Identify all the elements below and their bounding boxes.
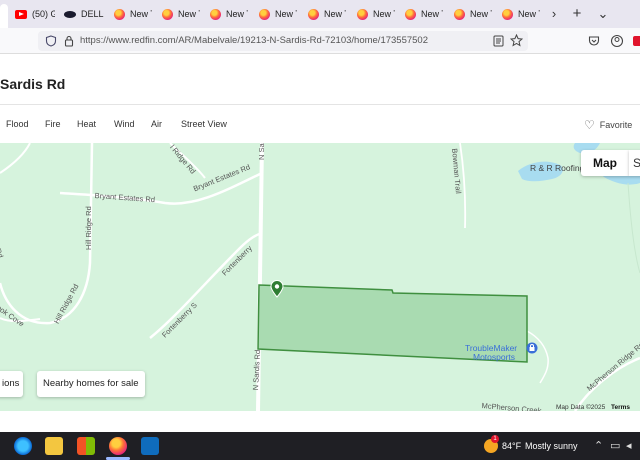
tab-new-tab[interactable]: New T	[210, 4, 248, 24]
tab-heat[interactable]: Heat	[77, 119, 96, 129]
youtube-icon	[15, 9, 27, 19]
tab-new-tab[interactable]: New T	[405, 4, 443, 24]
tab-label: New T	[373, 9, 395, 19]
pocket-icon[interactable]	[588, 35, 600, 47]
show-hidden-icons[interactable]: ⌃	[594, 439, 603, 452]
firefox-icon	[114, 8, 125, 20]
windows-taskbar: 1 84°F Mostly sunny ⌃ ▭ ◂	[0, 432, 640, 460]
page-content: Sardis Rd Flood Fire Heat Wind Air Stree…	[0, 54, 640, 416]
active-tab-edge[interactable]	[0, 4, 8, 28]
account-icon[interactable]	[610, 34, 624, 48]
firefox-icon	[454, 8, 465, 20]
url-text[interactable]: https://www.redfin.com/AR/Mabelvale/1921…	[80, 35, 428, 46]
shield-icon[interactable]	[45, 35, 57, 47]
tab-dellc[interactable]: DELLC	[64, 4, 104, 24]
weather-temperature[interactable]: 84°F	[502, 441, 521, 451]
road-minor	[0, 143, 31, 174]
tab-label: New T	[421, 9, 443, 19]
tab-new-tab[interactable]: New T	[502, 4, 540, 24]
tab-youtube[interactable]: (50) G	[15, 4, 55, 24]
eye-icon	[64, 10, 76, 18]
firefox-icon	[357, 8, 368, 20]
tab-new-tab[interactable]: New T	[162, 4, 200, 24]
label-hill-ridge-1: Hill Ridge Rd	[84, 206, 93, 250]
edge-icon[interactable]	[14, 437, 32, 455]
label-troublemaker-2: Motosports	[473, 352, 516, 362]
firefox-icon	[210, 8, 221, 20]
favorite-label: Favorite	[599, 120, 633, 130]
browser-tab-bar: (50) G DELLC New T New T New T New T New…	[0, 0, 640, 28]
tab-label: New T	[275, 9, 297, 19]
firefox-icon	[308, 8, 319, 20]
map-view-button[interactable]: Map	[581, 150, 629, 176]
notification-badge: 1	[491, 435, 499, 443]
page-title: Sardis Rd	[0, 76, 66, 92]
tab-flood[interactable]: Flood	[6, 119, 29, 129]
map-pin-icon[interactable]	[270, 280, 284, 298]
business-pin-icon[interactable]	[526, 342, 538, 354]
bookmark-star-icon[interactable]	[510, 34, 523, 47]
tab-new-tab[interactable]: New T	[259, 4, 297, 24]
tab-air[interactable]: Air	[151, 119, 162, 129]
tab-fire[interactable]: Fire	[45, 119, 61, 129]
tab-scroll-button[interactable]: ›	[543, 4, 565, 24]
list-all-tabs-button[interactable]: ⌄	[592, 4, 614, 24]
map-data-attribution: Map Data ©2025	[556, 404, 606, 411]
store-icon[interactable]	[77, 437, 95, 455]
tab-label: New T	[226, 9, 248, 19]
label-rr-roofing: R & R Roofing	[530, 163, 585, 173]
firefox-icon	[405, 8, 416, 20]
favorite-button[interactable]: ♡ Favorite	[584, 118, 632, 132]
firefox-taskbar-icon[interactable]	[109, 437, 127, 455]
satellite-view-button[interactable]: S	[629, 150, 640, 176]
terms-link[interactable]: Terms	[611, 404, 630, 411]
nearby-homes-button[interactable]: Nearby homes for sale	[37, 371, 145, 397]
lock-icon[interactable]	[64, 35, 74, 47]
extension-icon[interactable]	[633, 36, 640, 46]
driveway	[526, 330, 549, 384]
weather-condition[interactable]: Mostly sunny	[525, 441, 578, 451]
firefox-icon	[259, 8, 270, 20]
tab-new-tab[interactable]: New T	[114, 4, 152, 24]
tab-new-tab[interactable]: New T	[454, 4, 492, 24]
heart-icon: ♡	[584, 118, 595, 132]
tab-label: (50) G	[32, 9, 55, 19]
browser-nav-bar: https://www.redfin.com/AR/Mabelvale/1921…	[0, 28, 640, 54]
tab-label: New T	[324, 9, 346, 19]
reader-view-icon[interactable]	[493, 35, 504, 47]
divider	[0, 104, 640, 105]
tab-new-tab[interactable]: New T	[308, 4, 346, 24]
volume-icon[interactable]: ◂	[626, 439, 632, 452]
firefox-icon	[162, 8, 173, 20]
firefox-icon	[502, 8, 513, 20]
file-explorer-icon[interactable]	[45, 437, 63, 455]
tab-label: New T	[518, 9, 540, 19]
creek	[627, 182, 640, 274]
tab-label: New T	[470, 9, 492, 19]
label-n-sardis-top: N Sardis Rd	[257, 143, 266, 160]
new-tab-button[interactable]: +	[566, 4, 588, 24]
url-bar[interactable]: https://www.redfin.com/AR/Mabelvale/1921…	[38, 31, 528, 51]
tab-new-tab[interactable]: New T	[357, 4, 395, 24]
network-icon[interactable]: ▭	[610, 439, 620, 452]
tab-label: DELLC	[81, 9, 104, 19]
property-map[interactable]: N Sardis Rd N Sardis Rd Bryant Estates R…	[0, 143, 640, 411]
tab-label: New T	[178, 9, 200, 19]
tab-wind[interactable]: Wind	[114, 119, 135, 129]
tab-street-view[interactable]: Street View	[181, 119, 227, 129]
directions-button[interactable]: ions	[0, 371, 23, 397]
tab-label: New T	[130, 9, 152, 19]
road-hill-ridge	[0, 143, 94, 325]
outlook-icon[interactable]	[141, 437, 159, 455]
